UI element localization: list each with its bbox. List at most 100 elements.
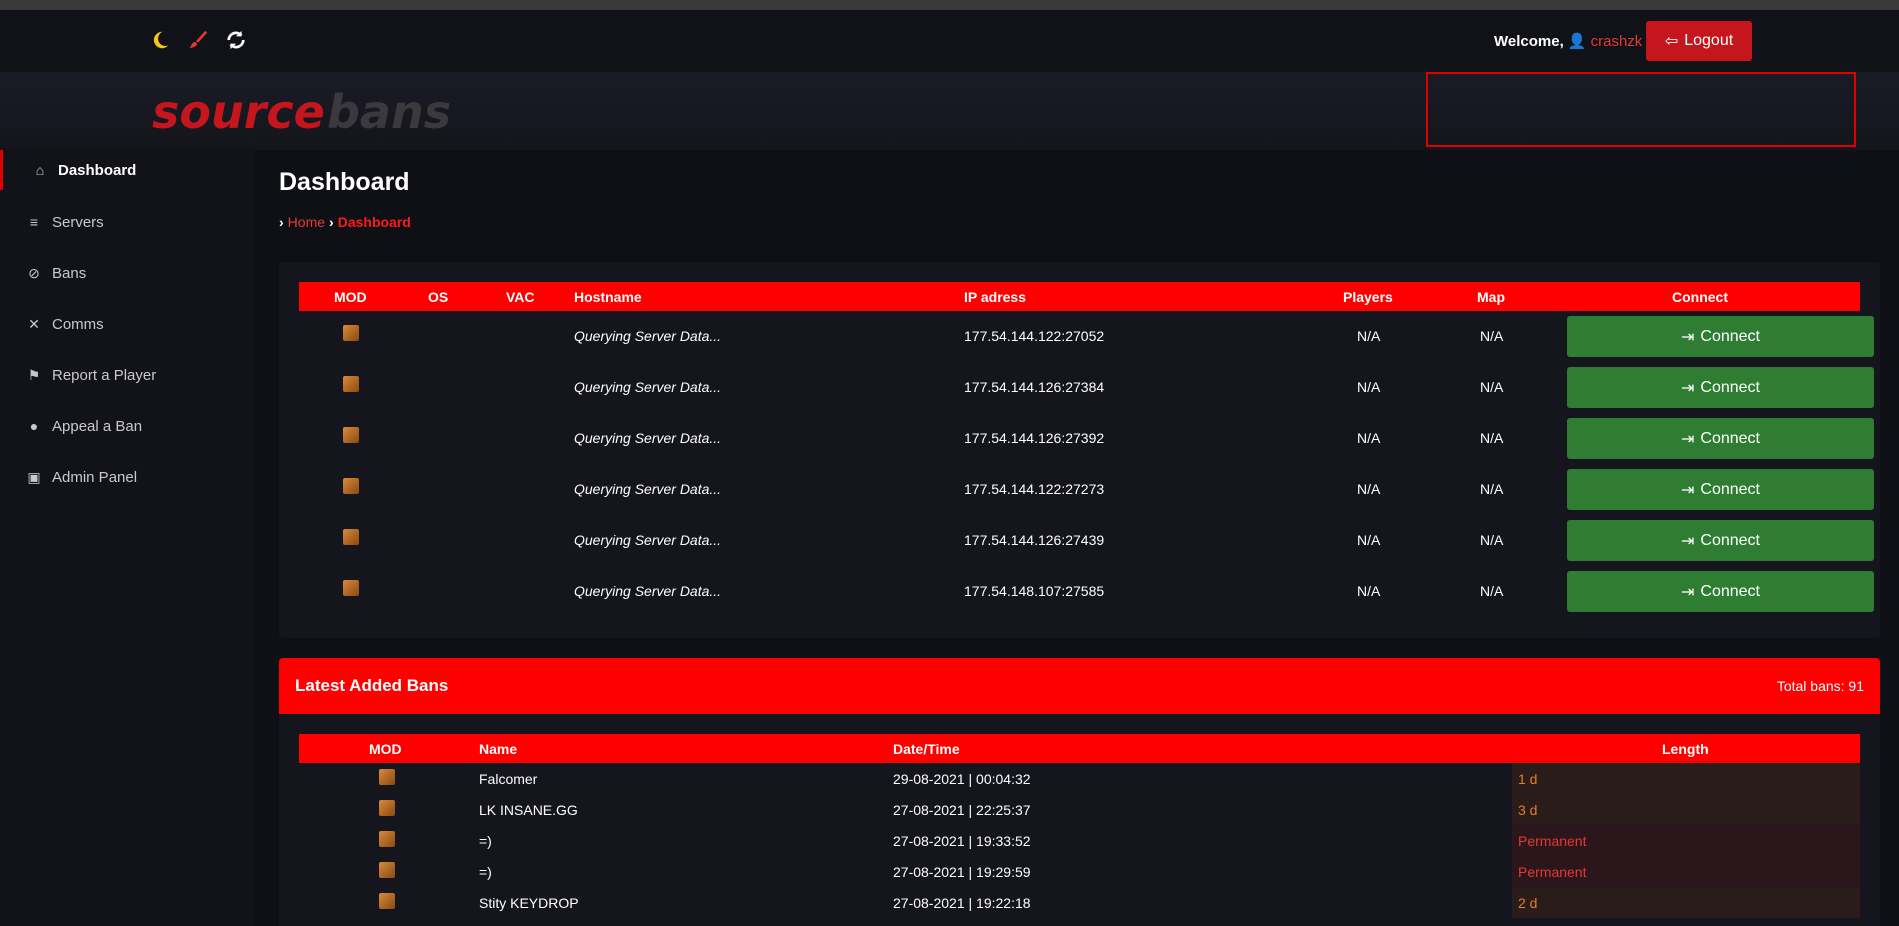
server-ip: 177.54.148.107:27585 <box>964 583 1105 599</box>
sidebar-item-dashboard[interactable]: ⌂ Dashboard <box>0 150 255 190</box>
breadcrumb: › Home › Dashboard <box>279 214 411 230</box>
sign-in-icon: ⇥ <box>1681 379 1695 397</box>
connect-button[interactable]: ⇥ Connect <box>1567 367 1874 408</box>
chevron-right-icon: › <box>279 214 284 230</box>
csgo-mod-icon <box>343 427 359 443</box>
logout-label: Logout <box>1684 32 1734 49</box>
server-ip: 177.54.144.126:27392 <box>964 430 1105 446</box>
servers-panel: MOD OS VAC Hostname IP adress Players Ma… <box>279 262 1880 638</box>
csgo-mod-icon <box>343 376 359 392</box>
col-name: Name <box>479 741 518 757</box>
ban-length: 2 d <box>1512 887 1860 918</box>
ban-datetime: 27-08-2021 | 19:29:59 <box>893 864 1031 880</box>
sidebar-item-bans[interactable]: ⊘ Bans <box>0 253 255 293</box>
servers-table-header: MOD OS VAC Hostname IP adress Players Ma… <box>299 282 1860 311</box>
sidebar-item-report[interactable]: ⚑ Report a Player <box>0 355 255 395</box>
ban-datetime: 27-08-2021 | 22:25:37 <box>893 802 1031 818</box>
ban-name: Falcomer <box>479 771 538 787</box>
sidebar-item-label: Servers <box>52 213 104 231</box>
paint-brush-icon[interactable] <box>186 28 210 52</box>
banner-placeholder <box>1426 72 1856 147</box>
server-hostname: Querying Server Data... <box>574 430 722 446</box>
connect-button[interactable]: ⇥ Connect <box>1567 571 1874 612</box>
server-players: N/A <box>1357 583 1381 599</box>
sidebar-item-label: Bans <box>52 264 87 282</box>
server-map: N/A <box>1480 481 1504 497</box>
sidebar-item-label: Appeal a Ban <box>52 417 143 435</box>
theme-icons <box>148 28 248 52</box>
logo-text-bans: bans <box>327 90 451 138</box>
sign-in-icon: ⇥ <box>1681 430 1695 448</box>
sign-out-icon: ⇦ <box>1664 33 1679 50</box>
sidebar-item-appeal[interactable]: ● Appeal a Ban <box>0 406 255 446</box>
ban-row[interactable]: Stity KEYDROP 27-08-2021 | 19:22:18 2 d <box>299 887 1860 918</box>
col-map: Map <box>1477 289 1505 305</box>
connect-label: Connect <box>1700 429 1760 447</box>
server-hostname: Querying Server Data... <box>574 379 722 395</box>
server-row: Querying Server Data... 177.54.144.122:2… <box>299 464 1874 515</box>
mic-off-icon: ✕ <box>28 315 40 332</box>
server-players: N/A <box>1357 532 1381 548</box>
moon-icon[interactable] <box>148 28 172 52</box>
connect-label: Connect <box>1700 582 1760 600</box>
csgo-mod-icon <box>379 831 395 847</box>
server-row: Querying Server Data... 177.54.144.126:2… <box>299 515 1874 566</box>
sourcebans-logo[interactable]: source bans <box>152 90 472 138</box>
connect-button[interactable]: ⇥ Connect <box>1567 520 1874 561</box>
ban-row[interactable]: =) 27-08-2021 | 19:29:59 Permanent <box>299 856 1860 887</box>
ban-row[interactable]: =) 27-08-2021 | 19:33:52 Permanent <box>299 825 1860 856</box>
server-hostname: Querying Server Data... <box>574 583 722 599</box>
server-map: N/A <box>1480 430 1504 446</box>
connect-button[interactable]: ⇥ Connect <box>1567 418 1874 459</box>
col-vac: VAC <box>506 289 535 305</box>
ban-name: LK INSANE.GG <box>479 802 578 818</box>
breadcrumb-current: Dashboard <box>337 214 411 230</box>
server-row: Querying Server Data... 177.54.144.122:2… <box>299 311 1874 362</box>
username: crashzk <box>1590 33 1643 50</box>
ban-name: =) <box>479 833 492 849</box>
ban-datetime: 29-08-2021 | 00:04:32 <box>893 771 1031 787</box>
ban-row[interactable]: Falcomer 29-08-2021 | 00:04:32 1 d <box>299 763 1860 794</box>
lock-icon: ▣ <box>27 468 41 485</box>
username-link[interactable]: 👤 crashzk <box>1568 33 1643 50</box>
sidebar-item-comms[interactable]: ✕ Comms <box>0 304 255 344</box>
csgo-mod-icon <box>343 325 359 341</box>
server-hostname: Querying Server Data... <box>574 481 722 497</box>
sidebar-item-servers[interactable]: ≡ Servers <box>0 202 255 242</box>
server-icon: ≡ <box>29 214 39 230</box>
ban-name: Stity KEYDROP <box>479 895 579 911</box>
flag-icon: ⚑ <box>27 366 41 383</box>
connect-button[interactable]: ⇥ Connect <box>1567 469 1874 510</box>
ban-length: 3 d <box>1512 794 1860 825</box>
server-players: N/A <box>1357 481 1381 497</box>
latest-bans-title: Latest Added Bans <box>295 676 449 695</box>
welcome-text: Welcome, 👤 crashzk <box>1494 32 1642 50</box>
ban-row[interactable]: LK INSANE.GG 27-08-2021 | 22:25:37 3 d <box>299 794 1860 825</box>
top-bar: Welcome, 👤 crashzk ⇦ Logout <box>0 10 1899 72</box>
sidebar-item-admin[interactable]: ▣ Admin Panel <box>0 457 255 497</box>
col-connect: Connect <box>1672 289 1728 305</box>
sidebar-item-label: Dashboard <box>58 161 137 179</box>
breadcrumb-home[interactable]: Home <box>288 214 325 230</box>
ban-length: 1 d <box>1512 763 1860 794</box>
server-map: N/A <box>1480 583 1504 599</box>
server-row: Querying Server Data... 177.54.144.126:2… <box>299 362 1874 413</box>
col-ip: IP adress <box>964 289 1027 305</box>
col-datetime: Date/Time <box>893 741 960 757</box>
col-length: Length <box>1662 741 1709 757</box>
total-bans-count: Total bans: 91 <box>1776 678 1864 694</box>
ban-name: =) <box>479 864 492 880</box>
logout-button[interactable]: ⇦ Logout <box>1646 21 1752 61</box>
connect-label: Connect <box>1700 327 1760 345</box>
server-ip: 177.54.144.126:27439 <box>964 532 1105 548</box>
server-map: N/A <box>1480 328 1504 344</box>
server-hostname: Querying Server Data... <box>574 532 722 548</box>
col-mod: MOD <box>334 289 367 305</box>
connect-button[interactable]: ⇥ Connect <box>1567 316 1874 357</box>
server-row: Querying Server Data... 177.54.144.126:2… <box>299 413 1874 464</box>
site-header: source bans <box>0 72 1899 150</box>
refresh-icon[interactable] <box>224 28 248 52</box>
col-hostname: Hostname <box>574 289 642 305</box>
csgo-mod-icon <box>379 862 395 878</box>
ban-length: Permanent <box>1512 825 1860 856</box>
